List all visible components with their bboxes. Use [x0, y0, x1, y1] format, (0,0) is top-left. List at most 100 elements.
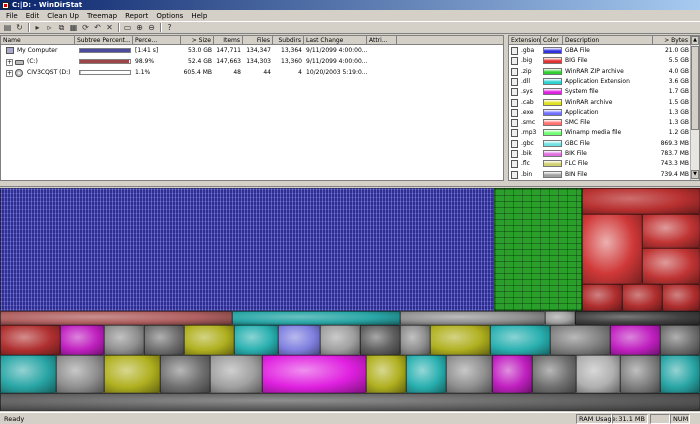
treemap-block — [56, 355, 104, 393]
extension-row[interactable]: .mp3 Winamp media file 1.2 GB — [509, 128, 691, 138]
column-header-5[interactable]: Files — [243, 36, 273, 45]
ext-name: .gba — [521, 47, 535, 54]
computer-icon — [6, 47, 14, 54]
subtree-percent-bar — [79, 59, 131, 64]
menu-edit[interactable]: Edit — [22, 12, 44, 20]
extension-row[interactable]: .exe Application 1.3 GB — [509, 108, 691, 118]
extension-row[interactable]: .gbc GBC File 869.3 MB — [509, 139, 691, 149]
extension-list[interactable]: ▲ ▼ Extension Color Description > Bytes .gba… — [508, 35, 700, 181]
ext-color-swatch — [543, 150, 562, 157]
menu-help[interactable]: Help — [187, 12, 211, 20]
treemap-block — [366, 355, 406, 393]
undo-icon[interactable]: ↶ — [92, 22, 103, 33]
extension-row[interactable]: .big BIG File 5.5 GB — [509, 56, 691, 66]
ram-usage-value: 31.1 MB — [612, 414, 648, 424]
subtree-percent-bar — [79, 48, 131, 53]
cell-files: 44 — [263, 69, 271, 76]
zoom-in-icon[interactable]: ⊕ — [134, 22, 145, 33]
open-folder-icon[interactable]: ▤ — [2, 22, 13, 33]
delete-icon[interactable]: ✕ — [104, 22, 115, 33]
cell-items: 48 — [233, 69, 241, 76]
treemap-block — [0, 355, 56, 393]
directory-list[interactable]: Name Subtree Percent... Perce... > Size Item… — [0, 35, 504, 181]
column-header-2[interactable]: Perce... — [133, 36, 181, 45]
file-type-icon — [511, 57, 518, 66]
expand-icon[interactable]: + — [6, 70, 13, 77]
treemap-big-block — [582, 188, 700, 214]
props-icon[interactable]: ▦ — [68, 22, 79, 33]
drive-icon — [15, 60, 24, 65]
tree-row[interactable]: + CIV3CQST (D:) 1.1% 605.4 MB 48 44 4 10/20/200… — [1, 68, 503, 78]
cell-files: 134,347 — [246, 47, 271, 54]
help-icon[interactable]: ? — [164, 22, 175, 33]
extension-row[interactable]: .zip WinRAR ZIP archive 4.0 GB — [509, 67, 691, 77]
column-header-4[interactable]: Items — [214, 36, 243, 45]
column-header-1[interactable]: Subtree Percent... — [75, 36, 133, 45]
extension-row[interactable]: .bik BIK File 783.7 MB — [509, 149, 691, 159]
file-type-icon — [511, 98, 518, 107]
menu-clean-up[interactable]: Clean Up — [43, 12, 83, 20]
menu-treemap[interactable]: Treemap — [83, 12, 121, 20]
cell-items: 147,663 — [216, 58, 241, 65]
cell-attr — [367, 57, 397, 67]
extension-row[interactable]: .sys System file 1.7 GB — [509, 87, 691, 97]
ext-name: .big — [521, 57, 533, 65]
ext-bytes: 1.3 GB — [668, 108, 689, 116]
ext-color-swatch — [543, 47, 562, 54]
extension-row[interactable]: .bin BIN File 739.4 MB — [509, 170, 691, 180]
ext-column-header-2[interactable]: Description — [563, 36, 653, 45]
ext-bytes: 1.2 GB — [668, 129, 689, 137]
tree-row[interactable]: My Computer [1:41 s] 53.0 GB 147,711 134,347… — [1, 46, 503, 56]
extension-scrollbar[interactable]: ▲ ▼ — [690, 36, 699, 180]
refresh-all-icon[interactable]: ⟳ — [80, 22, 91, 33]
menu-options[interactable]: Options — [152, 12, 187, 20]
expand-icon[interactable]: + — [6, 59, 13, 66]
step-icon[interactable]: ▹ — [44, 22, 55, 33]
extension-row[interactable]: .dll Application Extension 3.6 GB — [509, 77, 691, 87]
scroll-down-icon[interactable]: ▼ — [691, 170, 699, 179]
extension-row[interactable]: .flc FLC File 743.3 MB — [509, 159, 691, 169]
column-header-0[interactable]: Name — [1, 36, 75, 45]
ext-column-header-1[interactable]: Color — [541, 36, 563, 45]
scroll-thumb[interactable] — [691, 46, 699, 130]
play-icon[interactable]: ▸ — [32, 22, 43, 33]
cell-items: 147,711 — [216, 47, 241, 54]
ext-description: Application Extension — [565, 77, 630, 85]
column-header-7[interactable]: Last Change — [304, 36, 367, 45]
treemap-block — [400, 325, 430, 355]
column-header-3[interactable]: > Size — [181, 36, 214, 45]
toolbar-separator — [28, 23, 30, 32]
cell-last-change: 10/20/2003 5:19:0... — [306, 69, 367, 76]
ext-bytes: 1.7 GB — [668, 88, 689, 96]
tree-row[interactable]: + (C:) 98.9% 52.4 GB 147,663 134,303 13,360 9/1… — [1, 57, 503, 67]
scroll-up-icon[interactable]: ▲ — [691, 36, 699, 45]
extension-row[interactable]: .gba GBA File 21.0 GB — [509, 46, 691, 56]
ext-bytes: 1.5 GB — [668, 98, 689, 106]
zoom-out-icon[interactable]: ⊖ — [146, 22, 157, 33]
refresh-icon[interactable]: ↻ — [14, 22, 25, 33]
ext-color-swatch — [543, 77, 562, 85]
treemap-block — [320, 325, 360, 355]
treemap-block — [104, 325, 144, 355]
ext-bytes: 783.7 MB — [660, 150, 689, 157]
extension-row[interactable]: .smc SMC File 1.3 GB — [509, 118, 691, 128]
ext-column-header-0[interactable]: Extension — [509, 36, 541, 45]
ext-name: .mp3 — [521, 129, 537, 137]
copy-icon[interactable]: ⧉ — [56, 22, 67, 33]
select-icon[interactable]: ▭ — [122, 22, 133, 33]
treemap[interactable] — [0, 188, 700, 411]
treemap-big-block — [642, 248, 700, 284]
ext-description: Winamp media file — [565, 129, 622, 137]
ext-description: System file — [565, 88, 599, 96]
menu-file[interactable]: File — [2, 12, 22, 20]
treemap-block — [610, 325, 660, 355]
ext-description: Application — [565, 108, 599, 116]
ext-column-header-3[interactable]: > Bytes — [653, 36, 691, 45]
ext-bytes: 3.6 GB — [668, 77, 689, 85]
pane-splitter[interactable] — [0, 181, 700, 187]
column-header-6[interactable]: Subdirs — [273, 36, 304, 45]
cell-attr — [367, 46, 397, 56]
extension-row[interactable]: .cab WinRAR archive 1.5 GB — [509, 98, 691, 108]
column-header-8[interactable]: Attri... — [367, 36, 397, 45]
menu-report[interactable]: Report — [121, 12, 152, 20]
